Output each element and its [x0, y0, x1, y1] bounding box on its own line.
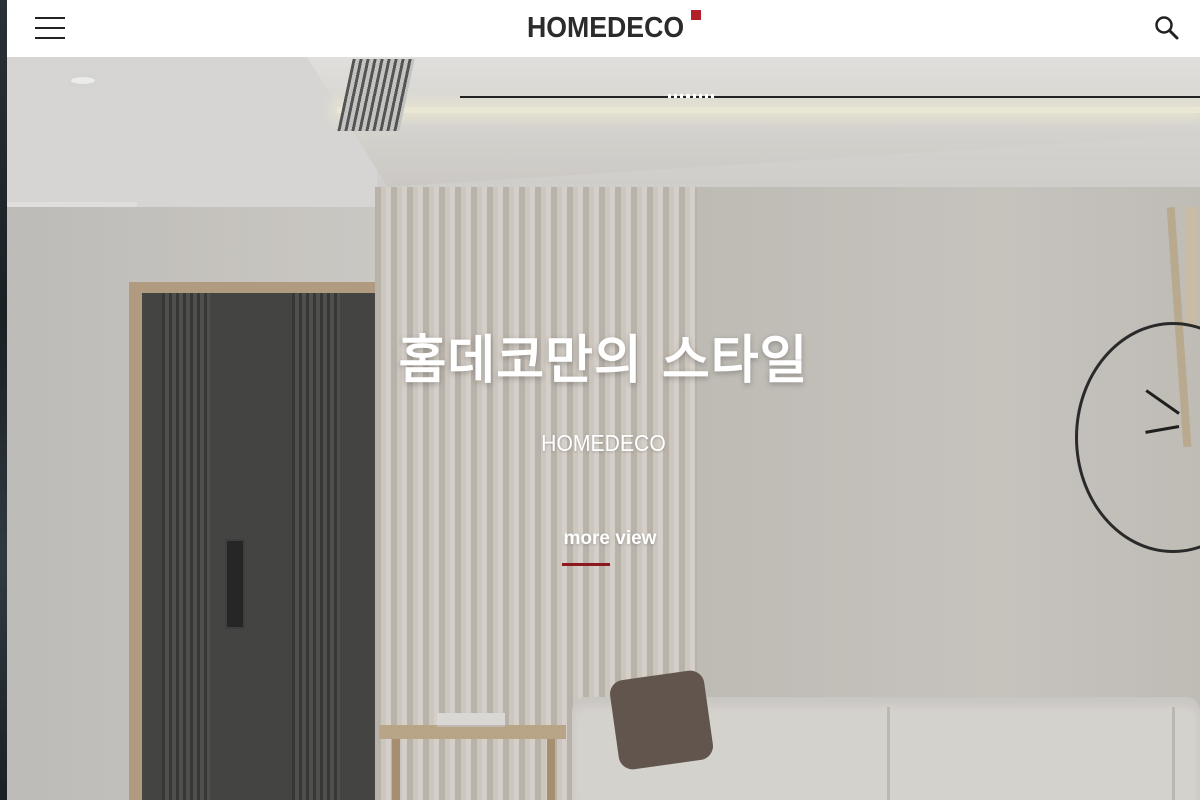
site-header: HOMEDECO	[7, 0, 1200, 57]
left-edge-background	[0, 0, 7, 800]
more-view-link[interactable]: more view	[560, 528, 660, 550]
logo-text: HOMEDECO	[527, 12, 685, 44]
hamburger-menu-icon[interactable]	[33, 14, 67, 42]
hero-subtitle: HOMEDECO	[541, 430, 666, 456]
search-icon[interactable]	[1153, 14, 1181, 42]
logo-accent-square	[691, 10, 701, 20]
slide-progress-bar	[460, 96, 1200, 98]
page: HOMEDECO 홈데코만의 스타일 HOMEDECO more view	[7, 0, 1200, 800]
hero-overlay	[7, 57, 1200, 800]
slide-indicator-dots[interactable]	[668, 94, 714, 99]
hero-banner	[7, 57, 1200, 800]
hero-title: 홈데코만의 스타일	[398, 331, 809, 391]
site-logo[interactable]: HOMEDECO	[527, 10, 701, 45]
more-view-underline	[562, 563, 610, 566]
